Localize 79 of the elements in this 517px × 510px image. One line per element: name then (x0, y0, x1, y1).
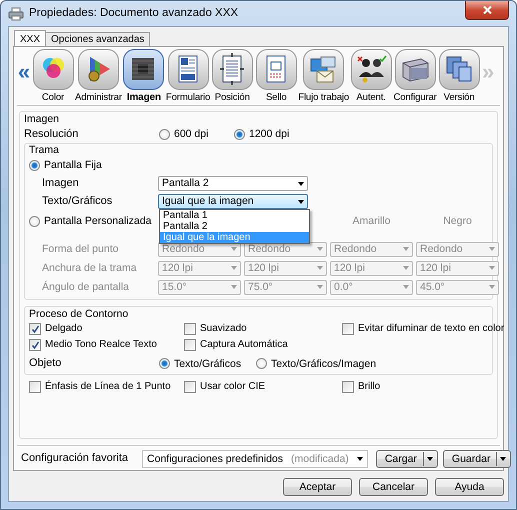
field-label: Objeto (29, 357, 62, 371)
caret-icon (426, 457, 433, 461)
caret-icon (403, 266, 409, 270)
printer-icon (8, 6, 24, 20)
checkbox[interactable]: Captura Automática (184, 339, 342, 352)
field-label: Ángulo de pantalla (41, 280, 130, 294)
tab[interactable]: Opciones avanzadas (45, 32, 150, 46)
column-header: Negro (442, 215, 473, 228)
layers-icon (438, 49, 480, 90)
envelope-icon (303, 49, 344, 90)
caret-icon (403, 285, 409, 290)
dialog-button[interactable]: Cancelar (359, 478, 428, 496)
field-label: Configuración favorita (21, 452, 128, 466)
caret-icon (231, 285, 237, 290)
document-icon (168, 49, 209, 90)
radio-button[interactable]: Texto/Gráficos (159, 358, 256, 370)
toolbar-item[interactable]: Formulario (166, 49, 210, 104)
toolbar-item[interactable]: Sello (254, 49, 298, 104)
checkbox[interactable]: Medio Tono Realce Texto (29, 339, 184, 352)
page-icon (212, 49, 253, 90)
checkbox[interactable]: Brillo (342, 380, 493, 393)
caret-icon (489, 285, 495, 290)
close-button[interactable] (465, 1, 509, 20)
toolbar-item[interactable]: Imagen (122, 49, 166, 104)
dialog-button[interactable]: Ayuda (435, 478, 504, 496)
radio-button[interactable]: 1200 dpi (234, 128, 309, 140)
color-circles-icon (32, 49, 74, 90)
field-label: Anchura de la trama (41, 262, 138, 275)
checkbox[interactable]: Usar color CIE (184, 380, 342, 393)
stamp-document-icon (256, 49, 297, 90)
caret-icon (317, 266, 323, 270)
caret-icon (356, 457, 363, 461)
halftone-square-icon (123, 49, 164, 90)
favorite-dropdown[interactable]: Configuraciones predefinidos (modificada) (142, 450, 368, 468)
dropdown[interactable]: Igual que la imagen (158, 194, 308, 210)
caret-icon (317, 247, 323, 252)
toolbar-item[interactable]: Administrar (75, 49, 122, 104)
group-title: Proceso de Contorno (29, 308, 130, 320)
caret-icon (489, 247, 495, 252)
users-icon (350, 49, 392, 90)
caret-icon (403, 247, 409, 252)
toolbar-item[interactable]: Versión (437, 49, 482, 104)
toolbar-item[interactable]: Flujo trabajo (298, 49, 350, 104)
field-label: Imagen (42, 177, 80, 190)
radio-button[interactable]: Texto/Gráficos/Imagen (256, 358, 488, 370)
radio-button[interactable]: 600 dpi (159, 128, 234, 140)
checkbox[interactable]: Suavizado (184, 323, 342, 336)
toolbar-item[interactable]: Autent. (349, 49, 394, 104)
device-icon (394, 49, 436, 90)
caret-icon (231, 266, 237, 270)
group-title: Imagen (24, 113, 60, 126)
caret-icon (489, 266, 495, 270)
previous-button[interactable]: « (17, 61, 31, 83)
dropdown[interactable]: Pantalla 2 (158, 176, 308, 192)
group-title: Trama (29, 144, 60, 156)
caret-icon (317, 285, 323, 290)
caret-icon (298, 182, 304, 186)
list-option[interactable]: Pantalla 1 (160, 210, 309, 222)
close-icon (482, 6, 492, 14)
caret-icon (500, 457, 506, 461)
field-label: Texto/Gráficos (42, 195, 114, 208)
radio-button[interactable]: Pantalla Fija (29, 158, 102, 172)
toolbar-item[interactable]: Posición (210, 49, 254, 104)
checkbox[interactable]: Énfasis de Línea de 1 Punto (29, 380, 184, 393)
split-button[interactable]: Cargar (376, 450, 438, 468)
dialog-button[interactable]: Aceptar (283, 478, 352, 496)
spectrum-gear-icon (78, 49, 119, 90)
checkbox[interactable]: Evitar difuminar de texto en color (342, 323, 504, 336)
split-button[interactable]: Guardar (442, 450, 512, 468)
tab[interactable]: XXX (14, 30, 46, 46)
toolbar-item[interactable]: Configurar (393, 49, 438, 104)
window-title: Propiedades: Documento avanzado XXX (29, 6, 238, 20)
field-label: Resolución (24, 128, 80, 141)
list-option[interactable]: Pantalla 2 (160, 221, 309, 232)
column-header: Amarillo (352, 215, 392, 228)
checkbox[interactable]: Delgado (29, 323, 184, 336)
caret-icon (298, 200, 304, 204)
toolbar-item[interactable]: Color (31, 49, 75, 104)
field-label: Forma del punto (41, 242, 120, 256)
